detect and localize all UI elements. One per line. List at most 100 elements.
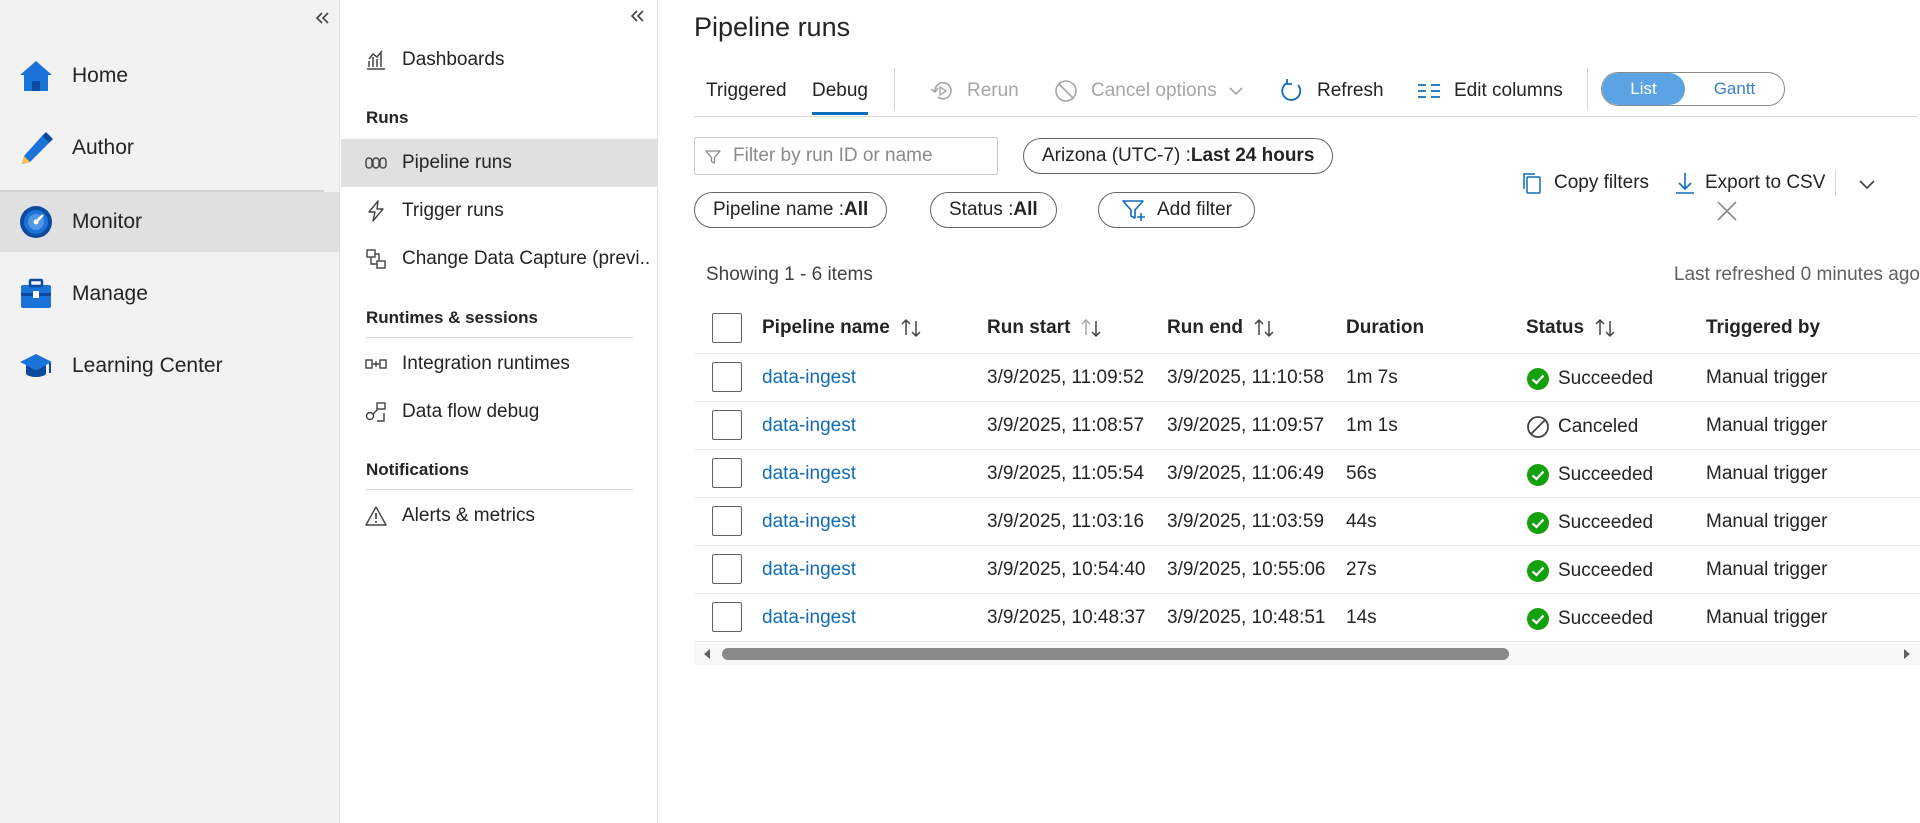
collapse-sub-nav-icon[interactable]: [628, 6, 648, 26]
table-row[interactable]: data-ingest 3/9/2025, 10:54:40 3/9/2025, 1…: [694, 545, 1920, 593]
pipeline-name-filter-pill[interactable]: Pipeline name : All: [694, 192, 888, 228]
success-check-icon: [1527, 464, 1549, 486]
sub-item-data-flow-debug-label: Data flow debug: [402, 401, 540, 422]
gantt-view-option[interactable]: Gantt: [1693, 73, 1776, 105]
sub-item-data-flow-debug[interactable]: Data flow debug: [341, 388, 657, 436]
nav-manage[interactable]: Manage: [0, 264, 340, 324]
tab-debug[interactable]: Debug: [812, 80, 868, 115]
table-row[interactable]: data-ingest 3/9/2025, 11:05:54 3/9/2025, 1…: [694, 449, 1920, 497]
run-end-cell: 3/9/2025, 10:55:06: [1167, 559, 1326, 580]
sub-item-trigger-runs[interactable]: Trigger runs: [341, 187, 657, 235]
collapse-left-nav-icon[interactable]: [313, 8, 333, 28]
column-header-triggered-by[interactable]: Triggered by: [1706, 317, 1820, 339]
nav-manage-label: Manage: [72, 282, 148, 305]
row-checkbox[interactable]: [712, 458, 742, 488]
duration-cell: 1m 1s: [1346, 415, 1398, 436]
sub-item-pipeline-runs[interactable]: Pipeline runs: [341, 139, 657, 187]
timezone-value: Last 24 hours: [1190, 145, 1315, 166]
sub-item-integration-runtimes[interactable]: Integration runtimes: [341, 340, 657, 388]
timezone-filter-pill[interactable]: Arizona (UTC-7) : Last 24 hours: [1023, 138, 1334, 174]
table-row[interactable]: data-ingest 3/9/2025, 11:03:16 3/9/2025, 1…: [694, 497, 1920, 545]
row-checkbox[interactable]: [712, 602, 742, 632]
nav-monitor[interactable]: Monitor: [0, 190, 340, 252]
change-data-capture-icon: [366, 249, 386, 269]
monitor-gauge-icon: [20, 206, 52, 238]
cancel-options-button[interactable]: Cancel options: [1053, 76, 1245, 106]
scrollbar-thumb[interactable]: [722, 648, 1509, 660]
refresh-label: Refresh: [1317, 80, 1384, 101]
status-cell: Succeeded: [1526, 511, 1653, 535]
edit-columns-button[interactable]: Edit columns: [1416, 76, 1563, 106]
select-all-checkbox[interactable]: [712, 313, 742, 343]
status-cell: Succeeded: [1526, 607, 1653, 631]
table-bottom-border: [694, 641, 1920, 642]
refresh-button[interactable]: Refresh: [1279, 76, 1384, 106]
add-filter-button[interactable]: Add filter: [1098, 192, 1255, 228]
column-header-duration[interactable]: Duration: [1346, 317, 1424, 339]
status-cell: Succeeded: [1526, 367, 1653, 391]
table-row[interactable]: data-ingest 3/9/2025, 11:08:57 3/9/2025, 1…: [694, 401, 1920, 449]
run-start-cell: 3/9/2025, 11:05:54: [987, 463, 1145, 484]
canceled-icon: [1527, 416, 1549, 438]
status-filter-value: All: [1013, 199, 1038, 220]
dashboard-chart-icon: [367, 50, 385, 70]
pipeline-name-link[interactable]: data-ingest: [762, 367, 856, 389]
nav-home[interactable]: Home: [0, 46, 340, 106]
status-filter-pill[interactable]: Status : All: [930, 192, 1057, 228]
filter-search-input[interactable]: [733, 145, 983, 167]
horizontal-scrollbar[interactable]: [694, 643, 1920, 665]
export-csv-button[interactable]: Export to CSV: [1673, 168, 1825, 198]
pipeline-name-link[interactable]: data-ingest: [762, 559, 856, 581]
sub-item-dashboards[interactable]: Dashboards: [341, 36, 657, 84]
runtimes-section-header: Runtimes & sessions: [366, 308, 538, 327]
pipeline-name-filter-label: Pipeline name :: [713, 199, 844, 220]
left-navigation: Home Author Monitor Manage Learning Cent…: [0, 0, 340, 823]
copy-filters-button[interactable]: Copy filters: [1520, 168, 1649, 198]
nav-monitor-label: Monitor: [72, 210, 143, 233]
pipeline-name-link[interactable]: data-ingest: [762, 415, 856, 437]
status-text: Succeeded: [1558, 464, 1654, 485]
last-refreshed-text: Last refreshed 0 minutes ago: [1673, 264, 1920, 285]
column-label: Run end: [1167, 317, 1243, 338]
nav-home-label: Home: [72, 64, 129, 87]
row-checkbox[interactable]: [712, 410, 742, 440]
pipeline-name-link[interactable]: data-ingest: [762, 463, 856, 485]
nav-author[interactable]: Author: [0, 118, 340, 178]
toolbar-separator: [894, 68, 895, 110]
rerun-button[interactable]: Rerun: [929, 76, 1019, 106]
table-row[interactable]: data-ingest 3/9/2025, 11:09:52 3/9/2025, 1…: [694, 353, 1920, 401]
table-row[interactable]: data-ingest 3/9/2025, 10:48:37 3/9/2025, 1…: [694, 593, 1920, 641]
list-view-option[interactable]: List: [1602, 73, 1685, 105]
column-header-status[interactable]: Status: [1526, 317, 1616, 339]
pipeline-name-link[interactable]: data-ingest: [762, 511, 856, 533]
row-checkbox[interactable]: [712, 554, 742, 584]
sub-item-alerts-metrics[interactable]: Alerts & metrics: [341, 492, 657, 540]
row-checkbox[interactable]: [712, 506, 742, 536]
scroll-left-arrow-icon[interactable]: [700, 647, 714, 661]
triggered-by-cell: Manual trigger: [1706, 463, 1828, 484]
sub-item-pipeline-runs-label: Pipeline runs: [402, 152, 512, 173]
column-label: Duration: [1346, 317, 1425, 338]
tab-triggered[interactable]: Triggered: [706, 80, 787, 102]
chevron-down-icon[interactable]: [1857, 174, 1877, 194]
section-divider: [366, 337, 633, 338]
run-start-cell: 3/9/2025, 10:48:37: [987, 607, 1146, 628]
status-cell: Canceled: [1526, 415, 1638, 439]
status-text: Succeeded: [1558, 368, 1654, 389]
column-header-run-end[interactable]: Run end: [1167, 317, 1275, 339]
run-start-cell: 3/9/2025, 10:54:40: [987, 559, 1146, 580]
status-filter-label: Status :: [949, 199, 1014, 220]
status-text: Canceled: [1558, 416, 1639, 437]
column-label: Triggered by: [1706, 317, 1821, 338]
row-checkbox[interactable]: [712, 362, 742, 392]
clear-filters-close-icon[interactable]: [1714, 198, 1740, 224]
nav-learning-center[interactable]: Learning Center: [0, 336, 340, 396]
run-end-cell: 3/9/2025, 11:10:58: [1167, 367, 1325, 388]
toolbox-icon: [21, 278, 51, 308]
column-header-pipeline-name[interactable]: Pipeline name: [762, 317, 922, 339]
sub-item-change-data-capture[interactable]: Change Data Capture (previ...: [341, 235, 657, 283]
pipeline-name-link[interactable]: data-ingest: [762, 607, 856, 629]
column-header-run-start[interactable]: Run start: [987, 317, 1102, 339]
scroll-right-arrow-icon[interactable]: [1900, 647, 1914, 661]
column-label: Status: [1526, 317, 1585, 338]
